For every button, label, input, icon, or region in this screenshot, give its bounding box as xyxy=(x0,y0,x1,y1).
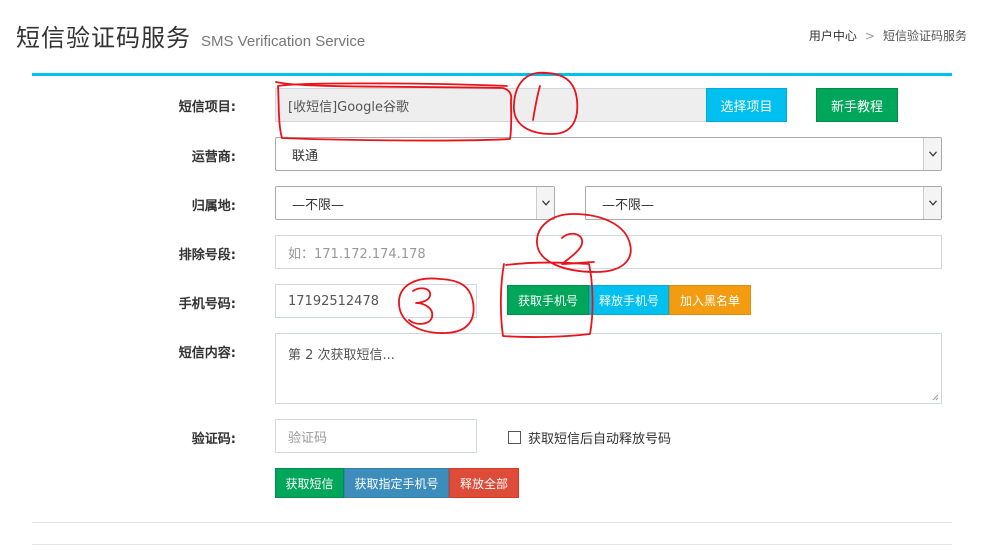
auto-release-label: 获取短信后自动释放号码 xyxy=(528,432,672,447)
code-placeholder: 验证码 xyxy=(288,430,328,446)
release-all-button[interactable]: 释放全部 xyxy=(449,468,519,498)
exclude-input[interactable]: 如：171.172.174.178 xyxy=(275,235,942,269)
region-label: 归属地: xyxy=(191,199,236,214)
code-input[interactable]: 验证码 xyxy=(275,419,477,453)
page-header: 短信验证码服务 SMS Verification Service xyxy=(16,18,365,54)
breadcrumb: 用户中心 > 短信验证码服务 xyxy=(809,27,967,44)
page-subtitle: SMS Verification Service xyxy=(201,33,366,50)
project-value: [收短信]Google谷歌 xyxy=(288,99,409,115)
province-value: —不限— xyxy=(292,197,345,213)
city-value: —不限— xyxy=(602,197,655,213)
city-select[interactable]: —不限— xyxy=(585,186,942,220)
phone-label: 手机号码: xyxy=(178,297,236,312)
auto-release-option[interactable]: 获取短信后自动释放号码 xyxy=(508,428,671,447)
carrier-select[interactable]: 联通 xyxy=(275,137,942,171)
panel-divider xyxy=(32,522,952,523)
chevron-down-icon xyxy=(923,187,941,219)
exclude-label: 排除号段: xyxy=(178,248,236,263)
chevron-down-icon xyxy=(536,187,554,219)
sms-content-label: 短信内容: xyxy=(178,346,236,361)
release-phone-button[interactable]: 释放手机号 xyxy=(589,285,669,315)
sms-content-textarea[interactable]: 第 2 次获取短信... xyxy=(275,333,942,404)
province-select[interactable]: —不限— xyxy=(275,186,555,220)
code-label: 验证码: xyxy=(191,432,236,447)
get-phone-button[interactable]: 获取手机号 xyxy=(507,285,589,315)
tutorial-button[interactable]: 新手教程 xyxy=(816,88,898,122)
phone-value: 17192512478 xyxy=(288,293,379,309)
resize-grip-icon[interactable] xyxy=(931,393,939,401)
project-label: 短信项目: xyxy=(178,100,236,115)
sms-content-value: 第 2 次获取短信... xyxy=(288,348,395,363)
page-title: 短信验证码服务 xyxy=(16,24,191,52)
breadcrumb-home-link[interactable]: 用户中心 xyxy=(809,27,857,44)
exclude-placeholder: 如：171.172.174.178 xyxy=(288,246,426,262)
carrier-label: 运营商: xyxy=(191,150,236,165)
select-project-button[interactable]: 选择项目 xyxy=(706,88,787,122)
project-field[interactable]: [收短信]Google谷歌 xyxy=(275,88,707,122)
get-specific-phone-button[interactable]: 获取指定手机号 xyxy=(344,468,449,498)
phone-input[interactable]: 17192512478 xyxy=(275,284,477,318)
chevron-down-icon xyxy=(923,138,941,170)
panel-divider-bottom xyxy=(32,544,952,545)
get-sms-button[interactable]: 获取短信 xyxy=(275,468,344,498)
breadcrumb-separator: > xyxy=(864,28,875,43)
breadcrumb-current: 短信验证码服务 xyxy=(882,29,967,43)
blacklist-button[interactable]: 加入黑名单 xyxy=(669,285,751,315)
carrier-value: 联通 xyxy=(292,148,319,164)
auto-release-checkbox[interactable] xyxy=(508,431,521,444)
